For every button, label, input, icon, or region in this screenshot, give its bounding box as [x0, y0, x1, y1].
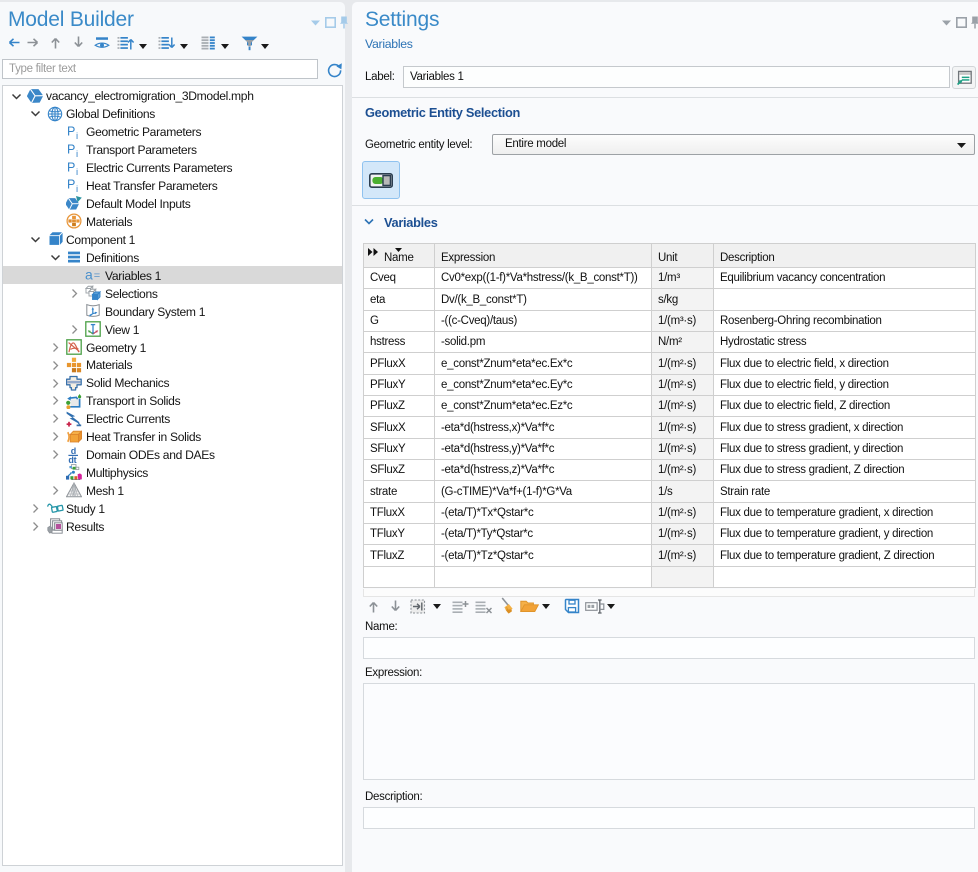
svg-text:P: P — [67, 178, 75, 192]
svg-text:i: i — [76, 167, 78, 176]
svg-text:P: P — [67, 160, 75, 174]
svg-text:dt: dt — [68, 455, 76, 463]
svg-text:i: i — [76, 184, 78, 193]
svg-text:P: P — [67, 142, 75, 156]
svg-text:a: a — [85, 267, 93, 283]
svg-text:i: i — [76, 149, 78, 158]
svg-text:=: = — [94, 270, 100, 282]
svg-text:P: P — [67, 124, 75, 138]
svg-text:i: i — [76, 131, 78, 140]
